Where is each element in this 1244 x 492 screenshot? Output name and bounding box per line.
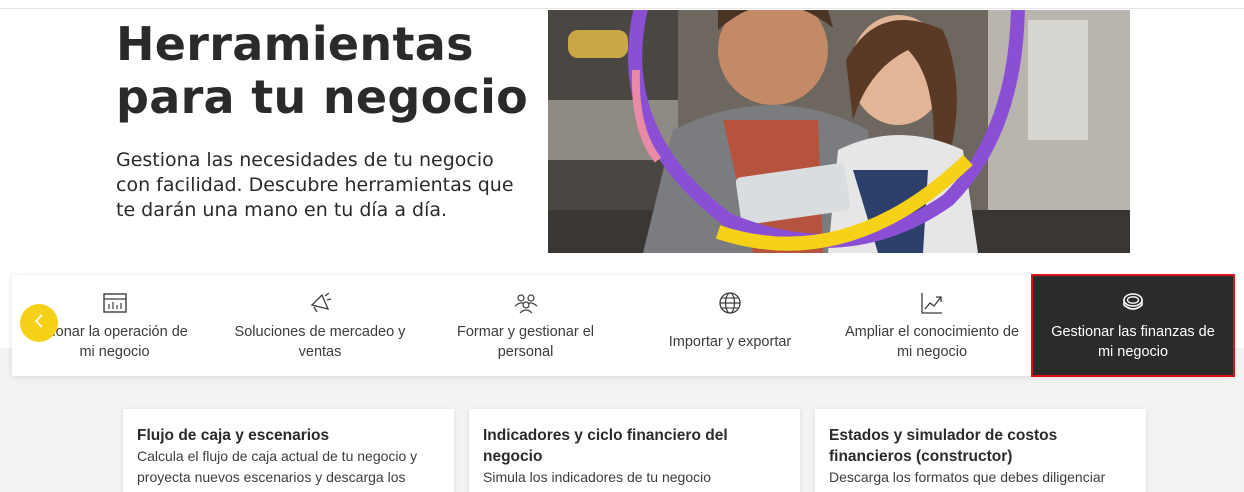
page-title: Herramientas para tu negocio [116,17,529,124]
category-label: stionar la operación de mi negocio [41,324,188,360]
tool-card-indicadores[interactable]: Indicadores y ciclo financiero del negoc… [469,409,800,492]
card-description: Descarga los formatos que debes diligenc… [829,469,1106,485]
category-formar-personal[interactable]: Formar y gestionar el personal [423,275,628,376]
coins-icon [1120,290,1146,316]
hero-description: Gestiona las necesidades de tu negocio c… [116,149,514,221]
top-divider [0,8,1244,9]
chevron-left-icon [33,313,45,334]
category-label: Soluciones de mercadeo y ventas [234,324,406,360]
card-title: Flujo de caja y escenarios [137,427,330,444]
category-ampliar-conocimiento[interactable]: Ampliar el conocimiento de mi negocio [832,275,1032,376]
card-title: Estados y simulador de costos financiero… [829,427,1058,465]
category-label: Formar y gestionar el personal [457,324,594,360]
category-label: Gestionar las finanzas de mi negocio [1051,324,1215,360]
category-label: Ampliar el conocimiento de mi negocio [844,324,1020,360]
hero-image [548,10,1130,253]
category-mercadeo-ventas[interactable]: Soluciones de mercadeo y ventas [217,275,423,376]
tool-card-flujo-caja[interactable]: Flujo de caja y escenarios Calcula el fl… [123,409,454,492]
card-description: Calcula el flujo de caja actual de tu ne… [137,448,418,485]
carousel-prev-button[interactable] [20,304,58,342]
globe-icon [717,290,743,316]
category-importar-exportar[interactable]: Importar y exportar [628,275,832,376]
card-title: Indicadores y ciclo financiero del negoc… [483,427,728,465]
dashboard-icon [102,290,128,316]
growth-chart-icon [919,290,945,316]
category-label: Importar y exportar [668,334,792,350]
megaphone-icon [307,290,333,316]
people-icon [513,290,539,316]
category-menu: stionar la operación de mi negocio Soluc… [12,274,1235,377]
category-gestionar-finanzas[interactable]: Gestionar las finanzas de mi negocio [1031,274,1235,377]
tool-card-estados-simulador[interactable]: Estados y simulador de costos financiero… [815,409,1146,492]
card-description: Simula los indicadores de tu negocio [483,469,712,485]
